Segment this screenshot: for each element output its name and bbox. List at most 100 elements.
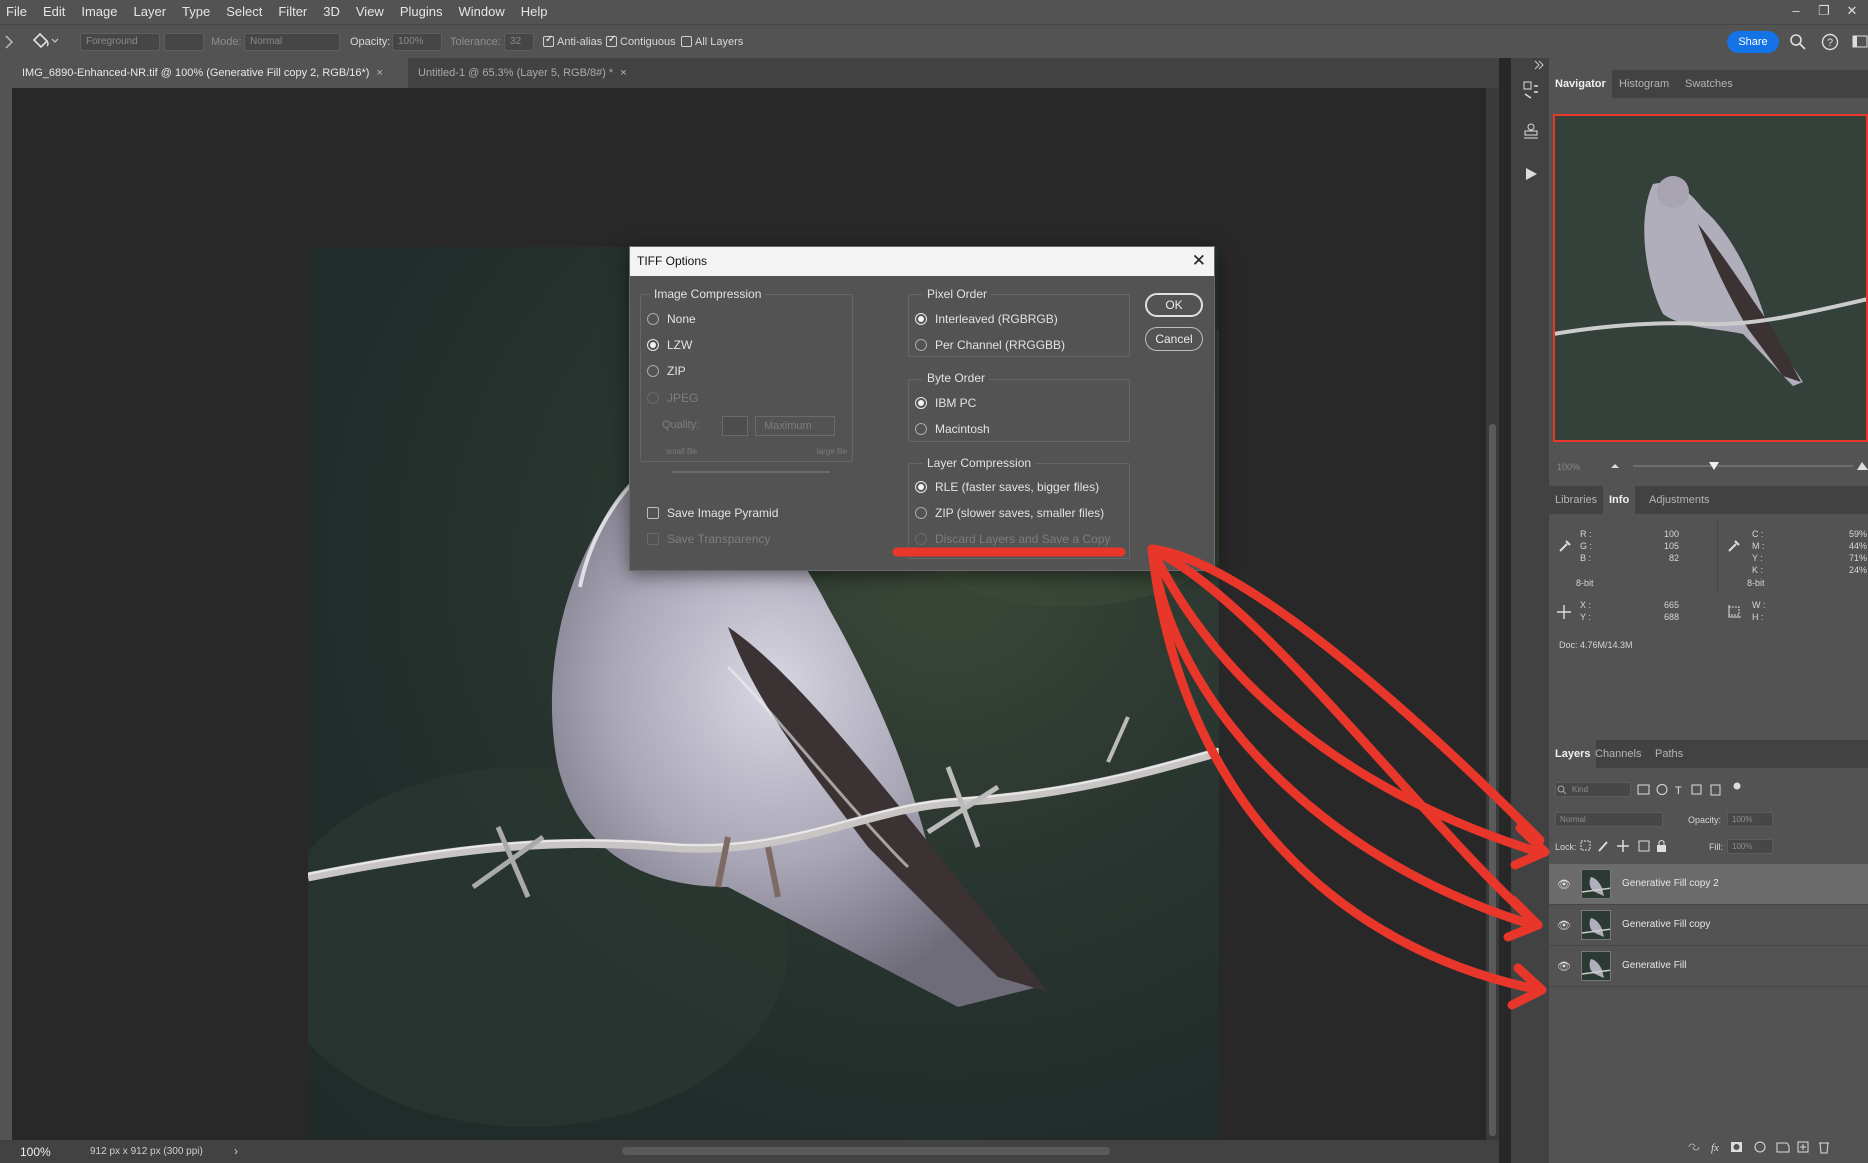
collapse-panels-icon[interactable]	[1533, 60, 1545, 70]
layer-name[interactable]: Generative Fill copy	[1622, 919, 1710, 930]
minimize-icon[interactable]: –	[1784, 0, 1808, 24]
compression-zip-radio[interactable]: ZIP	[647, 363, 686, 379]
fill-source-select[interactable]: Foreground	[80, 33, 160, 51]
tab-untitled-1[interactable]: Untitled-1 @ 65.3% (Layer 5, RGB/8#) * ×	[408, 58, 668, 88]
layer-fill-input[interactable]: 100%	[1727, 839, 1773, 854]
byte-order-mac-radio[interactable]: Macintosh	[915, 421, 990, 437]
clone-source-icon[interactable]	[1522, 122, 1540, 140]
tab-adjustments[interactable]: Adjustments	[1643, 486, 1716, 514]
help-icon[interactable]: ?	[1820, 32, 1840, 52]
layer-row[interactable]: 👁 Generative Fill copy	[1549, 905, 1868, 946]
tab-navigator[interactable]: Navigator	[1549, 70, 1612, 98]
navigator-zoom[interactable]: 100%	[1557, 462, 1580, 472]
tab-swatches[interactable]: Swatches	[1679, 70, 1739, 98]
pixel-order-interleaved-radio[interactable]: Interleaved (RGBRGB)	[915, 311, 1058, 327]
blend-mode-select[interactable]: Normal	[1555, 812, 1663, 827]
close-window-icon[interactable]: ✕	[1840, 0, 1864, 24]
menu-window[interactable]: Window	[450, 0, 512, 24]
radio-icon[interactable]	[915, 397, 927, 409]
menu-3d[interactable]: 3D	[315, 0, 348, 24]
paint-bucket-icon[interactable]	[30, 31, 60, 51]
navigator-view-box[interactable]	[1553, 114, 1868, 442]
layer-row[interactable]: 👁 Generative Fill	[1549, 946, 1868, 987]
tolerance-input[interactable]: 32	[504, 33, 534, 51]
antialias-checkbox[interactable]	[543, 34, 554, 47]
opacity-input[interactable]: 100%	[392, 33, 442, 51]
eyedropper-icon[interactable]	[1726, 538, 1742, 554]
tab-paths[interactable]: Paths	[1649, 740, 1689, 768]
compression-lzw-radio[interactable]: LZW	[647, 337, 692, 353]
radio-icon[interactable]	[915, 313, 927, 325]
share-button[interactable]: Share	[1727, 31, 1779, 53]
navigator-preview[interactable]	[1553, 114, 1868, 442]
dialog-title-bar[interactable]: TIFF Options ✕	[630, 247, 1214, 276]
menu-filter[interactable]: Filter	[270, 0, 315, 24]
pixel-order-per-channel-radio[interactable]: Per Channel (RRGGBB)	[915, 337, 1065, 353]
contiguous-checkbox[interactable]	[606, 34, 617, 47]
actions-play-icon[interactable]	[1523, 166, 1539, 182]
cancel-button[interactable]: Cancel	[1145, 327, 1203, 351]
layers-footer-icons[interactable]: fx	[1685, 1138, 1868, 1156]
radio-icon[interactable]	[647, 313, 659, 325]
menu-view[interactable]: View	[348, 0, 392, 24]
tab-close-icon[interactable]: ×	[620, 67, 626, 79]
search-icon[interactable]	[1789, 33, 1807, 51]
close-icon[interactable]: ✕	[1192, 247, 1206, 275]
eyedropper-icon[interactable]	[1557, 538, 1573, 554]
visibility-eye-icon[interactable]: 👁	[1557, 878, 1571, 891]
quality-input[interactable]	[722, 416, 748, 436]
tab-channels[interactable]: Channels	[1589, 740, 1647, 768]
scrollbar-thumb[interactable]	[1489, 424, 1496, 1136]
quality-select[interactable]: Maximum	[755, 416, 835, 436]
menu-select[interactable]: Select	[218, 0, 270, 24]
radio-icon[interactable]	[647, 339, 659, 351]
ok-button[interactable]: OK	[1145, 293, 1203, 317]
tab-libraries[interactable]: Libraries	[1549, 486, 1603, 514]
lock-options-icons[interactable]	[1579, 838, 1679, 854]
mode-select[interactable]: Normal	[244, 33, 340, 51]
radio-icon[interactable]	[915, 423, 927, 435]
status-menu-arrow[interactable]: ›	[234, 1144, 238, 1158]
menu-image[interactable]: Image	[73, 0, 125, 24]
horizontal-scrollbar-thumb[interactable]	[622, 1147, 1110, 1155]
radio-icon[interactable]	[915, 533, 927, 545]
layer-compression-rle-radio[interactable]: RLE (faster saves, bigger files)	[915, 479, 1099, 495]
tool-preset-icon[interactable]	[4, 34, 14, 50]
layer-name[interactable]: Generative Fill	[1622, 960, 1686, 971]
menu-layer[interactable]: Layer	[126, 0, 175, 24]
radio-icon[interactable]	[647, 392, 659, 404]
all-layers-checkbox[interactable]	[681, 36, 692, 47]
visibility-eye-icon[interactable]: 👁	[1557, 919, 1571, 932]
compression-jpeg-radio[interactable]: JPEG	[647, 390, 698, 406]
menu-help[interactable]: Help	[513, 0, 556, 24]
radio-icon[interactable]	[647, 365, 659, 377]
layer-name[interactable]: Generative Fill copy 2	[1622, 878, 1719, 889]
save-transparency-checkbox[interactable]: Save Transparency	[647, 531, 770, 547]
discard-layers-radio[interactable]: Discard Layers and Save a Copy	[915, 531, 1110, 547]
layer-compression-zip-radio[interactable]: ZIP (slower saves, smaller files)	[915, 505, 1104, 521]
tab-close-icon[interactable]: ×	[376, 67, 382, 79]
tab-histogram[interactable]: Histogram	[1613, 70, 1675, 98]
layer-row[interactable]: 👁 Generative Fill copy 2	[1549, 864, 1868, 905]
radio-icon[interactable]	[915, 507, 927, 519]
history-icon[interactable]	[1522, 80, 1540, 100]
radio-icon[interactable]	[915, 481, 927, 493]
workspace-icon[interactable]	[1852, 34, 1868, 50]
save-image-pyramid-checkbox[interactable]: Save Image Pyramid	[647, 505, 778, 521]
visibility-eye-icon[interactable]: 👁	[1557, 960, 1571, 973]
byte-order-ibm-radio[interactable]: IBM PC	[915, 395, 976, 411]
tab-img-6890[interactable]: IMG_6890-Enhanced-NR.tif @ 100% (Generat…	[12, 58, 408, 88]
restore-icon[interactable]: ❐	[1812, 0, 1836, 24]
menu-type[interactable]: Type	[174, 0, 218, 24]
menu-plugins[interactable]: Plugins	[392, 0, 451, 24]
tools-panel-edge[interactable]	[0, 58, 12, 1163]
navigator-zoom-slider[interactable]	[1607, 460, 1868, 472]
checkbox-icon[interactable]	[647, 533, 659, 545]
pattern-picker[interactable]	[164, 33, 204, 51]
compression-none-radio[interactable]: None	[647, 311, 696, 327]
vertical-scrollbar[interactable]	[1486, 88, 1499, 1140]
quality-slider-track[interactable]	[672, 471, 830, 473]
layer-opacity-input[interactable]: 100%	[1727, 812, 1773, 827]
zoom-level[interactable]: 100%	[20, 1145, 51, 1159]
layer-filter-icons[interactable]: T	[1637, 782, 1757, 798]
